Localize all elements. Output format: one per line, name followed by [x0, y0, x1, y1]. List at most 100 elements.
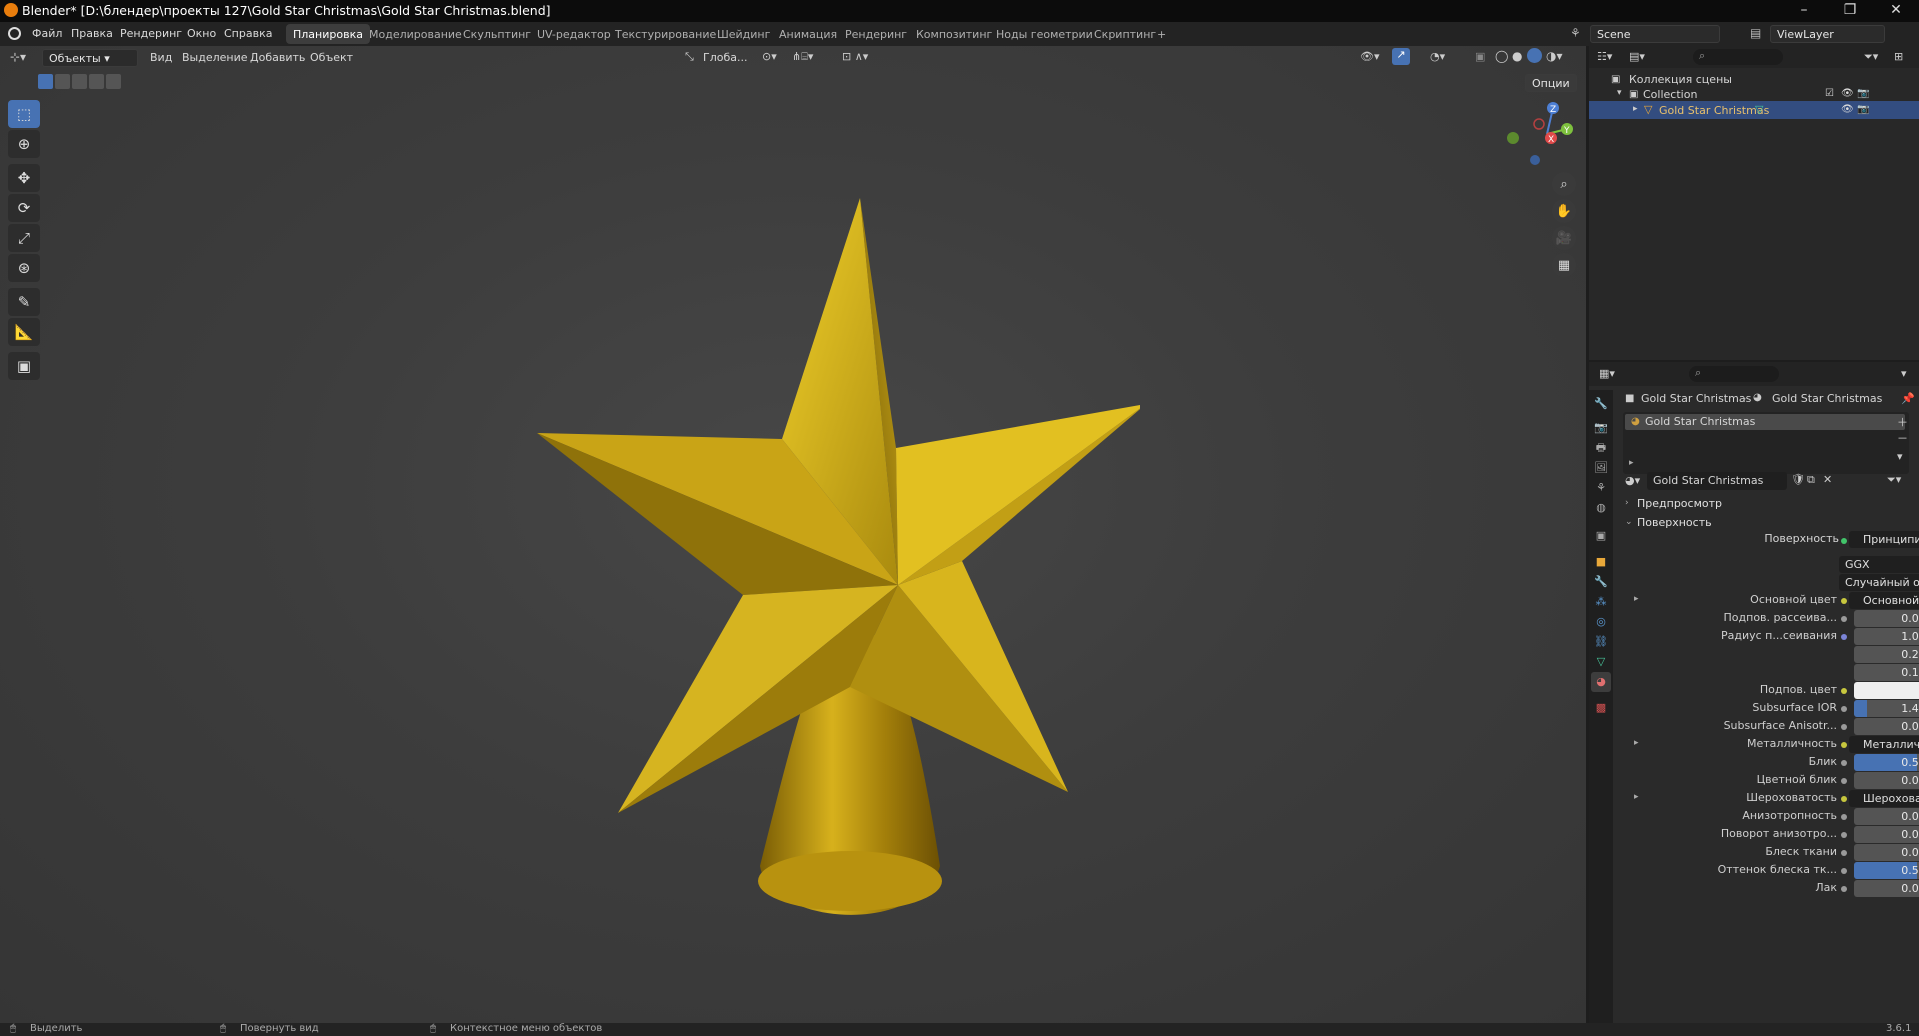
unlink-material-icon[interactable]: ✕ [1823, 473, 1832, 486]
transform-tool-icon[interactable]: ⊛ [8, 254, 40, 282]
view-layer-tab-icon[interactable]: 🖼 [1591, 458, 1611, 478]
select-extend-icon[interactable] [55, 74, 70, 89]
navigation-gizmo[interactable]: Z Y X [1495, 96, 1575, 166]
material-filter-icon[interactable]: ⏷▾ [1887, 473, 1901, 487]
tab-shading[interactable]: Шейдинг [710, 24, 777, 44]
number-field[interactable]: 0.000 [1854, 610, 1919, 627]
scale-tool-icon[interactable]: ⤢ [8, 224, 40, 252]
gizmo-neg-y[interactable] [1507, 132, 1519, 144]
number-field[interactable]: 0.100 [1854, 664, 1919, 681]
tab-uv-editing[interactable]: UV-редактор [530, 24, 618, 44]
object-tab-icon[interactable]: ■ [1591, 552, 1611, 572]
socket-icon[interactable] [1841, 796, 1847, 802]
physics-tab-icon[interactable]: ◎ [1591, 612, 1611, 632]
annotate-tool-icon[interactable]: ✎ [8, 288, 40, 316]
maximize-button[interactable]: ❐ [1827, 0, 1873, 22]
mode-selector[interactable]: Объекты ▾ [42, 49, 138, 67]
menu-object[interactable]: Объект [310, 51, 353, 64]
tab-geometry-nodes[interactable]: Ноды геометрии [989, 24, 1100, 44]
object-visibility-icon[interactable]: 👁 [1841, 104, 1854, 115]
slot-list-expand-icon[interactable]: ▸ [1629, 458, 1634, 468]
number-field[interactable]: 0.000 [1854, 844, 1919, 861]
add-workspace-button[interactable]: + [1150, 24, 1173, 44]
menu-window[interactable]: Окно [187, 27, 216, 40]
material-name-field[interactable]: Gold Star Christmas [1647, 472, 1787, 490]
proportional-edit-icon[interactable]: ⊡ ∧▾ [842, 50, 868, 63]
menu-view[interactable]: Вид [150, 51, 172, 64]
socket-icon[interactable] [1841, 778, 1847, 784]
menu-file[interactable]: Файл [32, 27, 62, 40]
number-field[interactable]: 1.000 [1854, 628, 1919, 645]
scene-tab-icon[interactable]: ⚘ [1591, 478, 1611, 498]
slot-specials-icon[interactable]: ▾ [1897, 450, 1903, 463]
duplicate-material-icon[interactable]: ⧉ [1807, 473, 1815, 487]
socket-icon[interactable] [1841, 886, 1847, 892]
properties-search-input[interactable]: ⌕ [1689, 366, 1779, 382]
object-render-icon[interactable]: 📷 [1857, 104, 1869, 115]
tab-texture-paint[interactable]: Текстурирование [608, 24, 723, 44]
linked-socket-field[interactable]: Шероховатость [1849, 790, 1919, 807]
perspective-grid-icon[interactable]: ▦ [1552, 253, 1576, 277]
blender-menu-icon[interactable] [8, 27, 21, 40]
view-layer-selector[interactable]: ViewLayer [1770, 25, 1885, 43]
close-window-button[interactable]: ✕ [1873, 0, 1919, 22]
outliner-object-row[interactable]: Gold Star Christmas [1589, 101, 1919, 119]
number-field[interactable]: 1.400 [1854, 700, 1919, 717]
socket-icon[interactable] [1841, 760, 1847, 766]
material-slot-row[interactable]: Gold Star Christmas [1625, 414, 1905, 430]
tab-rendering[interactable]: Рендеринг [838, 24, 914, 44]
select-intersect-icon[interactable] [106, 74, 121, 89]
minimize-button[interactable]: – [1781, 0, 1827, 22]
number-field[interactable]: 0.500 [1854, 754, 1919, 771]
cursor-tool-icon[interactable]: ⊕ [8, 130, 40, 158]
scene-selector[interactable]: Scene [1590, 25, 1720, 43]
menu-select[interactable]: Выделение [182, 51, 248, 64]
select-box-tool-icon[interactable]: ⬚ [8, 100, 40, 128]
section-surface[interactable]: Поверхность [1637, 516, 1712, 529]
browse-material-icon[interactable]: ◕▾ [1625, 474, 1640, 487]
material-preview-icon[interactable] [1527, 48, 1542, 63]
visibility-icon[interactable]: 👁▾ [1360, 50, 1380, 63]
material-tab-icon[interactable]: ◕ [1591, 672, 1611, 692]
socket-icon[interactable] [1841, 724, 1847, 730]
socket-icon[interactable] [1841, 832, 1847, 838]
measure-tool-icon[interactable]: 📐 [8, 318, 40, 346]
world-tab-icon[interactable]: ◍ [1591, 498, 1611, 518]
collection-tab-icon[interactable]: ▣ [1591, 526, 1611, 546]
overlay-icon[interactable]: ◔▾ [1430, 50, 1445, 63]
object-expand-icon[interactable]: ▸ [1633, 104, 1638, 114]
add-cube-tool-icon[interactable]: ▣ [8, 352, 40, 380]
menu-edit[interactable]: Правка [71, 27, 113, 40]
outliner-search-input[interactable]: ⌕ [1693, 49, 1783, 65]
tab-modeling[interactable]: Моделирование [362, 24, 469, 44]
surface-socket-icon[interactable] [1841, 538, 1847, 544]
expand-icon[interactable]: ▸ [1634, 738, 1639, 748]
tab-animation[interactable]: Анимация [772, 24, 844, 44]
expand-icon[interactable]: ▸ [1634, 792, 1639, 802]
display-mode-icon[interactable]: ▤▾ [1629, 50, 1645, 63]
select-subtract-icon[interactable] [72, 74, 87, 89]
add-slot-icon[interactable]: ＋ [1897, 414, 1908, 430]
number-field[interactable]: 0.000 [1854, 808, 1919, 825]
subsurface-method-selector[interactable]: Случайный обход⌄ [1839, 574, 1919, 591]
snap-icon[interactable]: ⋔⌸▾ [792, 50, 813, 64]
pin-icon[interactable]: 📌 [1901, 392, 1915, 405]
solid-shading-icon[interactable]: ● [1512, 49, 1522, 63]
gizmo-neg-z[interactable] [1530, 155, 1540, 165]
rotate-tool-icon[interactable]: ⟳ [8, 194, 40, 222]
collection-expand-icon[interactable]: ▾ [1617, 88, 1622, 98]
options-button[interactable]: Опции [1525, 74, 1577, 92]
gizmo-toggle-icon[interactable]: ↗ [1392, 48, 1410, 65]
preview-expand-icon[interactable]: › [1625, 498, 1629, 508]
wireframe-shading-icon[interactable]: ◯ [1495, 49, 1508, 63]
socket-icon[interactable] [1841, 742, 1847, 748]
camera-view-icon[interactable]: 🎥 [1552, 226, 1576, 250]
socket-icon[interactable] [1841, 814, 1847, 820]
linked-socket-field[interactable]: Металличность [1849, 736, 1919, 753]
pan-hand-icon[interactable]: ✋ [1552, 199, 1576, 223]
collection-visibility-icon[interactable]: 👁 [1841, 88, 1854, 99]
socket-icon[interactable] [1841, 598, 1847, 604]
number-field[interactable]: 0.000 [1854, 880, 1919, 897]
remove-slot-icon[interactable]: － [1897, 430, 1908, 446]
linked-socket-field[interactable]: Основной цвет [1849, 592, 1919, 609]
